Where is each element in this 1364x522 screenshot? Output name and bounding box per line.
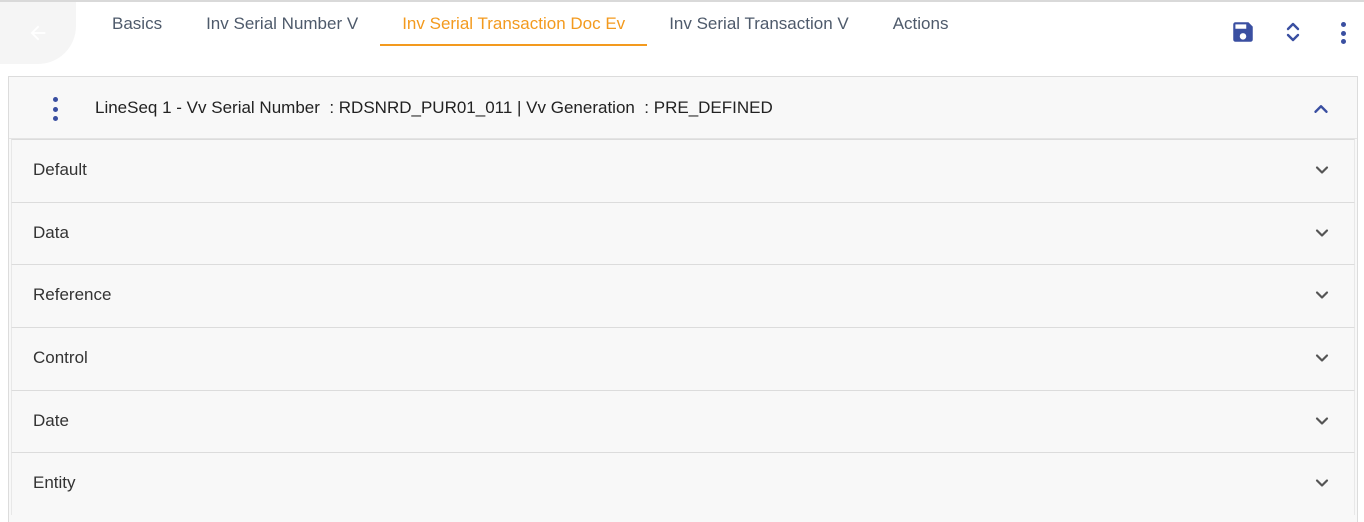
section-label: Control <box>33 348 88 368</box>
panel-header: LineSeq 1 - Vv Serial Number : RDSNRD_PU… <box>9 77 1357 139</box>
back-button[interactable] <box>0 2 76 64</box>
collapse-panel-button[interactable] <box>1307 95 1335 123</box>
section-label: Entity <box>33 473 76 493</box>
chevron-down-icon <box>1315 479 1329 488</box>
tab-basics[interactable]: Basics <box>90 2 184 46</box>
expand-collapse-button[interactable] <box>1279 18 1307 46</box>
chevron-down-icon <box>1315 291 1329 299</box>
detail-panel: LineSeq 1 - Vv Serial Number : RDSNRD_PU… <box>8 76 1358 522</box>
section-label: Reference <box>33 285 112 305</box>
section-label: Date <box>33 410 69 430</box>
chevron-down-icon <box>1315 229 1329 237</box>
chevron-up-icon <box>1314 105 1328 113</box>
save-icon <box>1233 22 1253 42</box>
tab-inv-serial-transaction-doc-ev[interactable]: Inv Serial Transaction Doc Ev <box>380 2 648 46</box>
section-date[interactable]: Date <box>11 389 1355 453</box>
tab-bar: Basics Inv Serial Number V Inv Serial Tr… <box>90 2 970 64</box>
expand-collapse-icon <box>1286 22 1300 42</box>
tab-actions[interactable]: Actions <box>871 2 971 46</box>
section-label: Data <box>33 222 69 242</box>
section-entity[interactable]: Entity <box>11 452 1355 516</box>
section-control[interactable]: Control <box>11 327 1355 390</box>
arrow-left-icon <box>30 25 46 41</box>
more-vertical-icon <box>52 97 58 102</box>
section-label: Default <box>33 160 87 179</box>
section-default[interactable]: Default <box>11 139 1355 202</box>
row-options-button[interactable] <box>47 97 63 121</box>
chevron-down-icon <box>1315 417 1329 425</box>
more-vertical-icon <box>1340 22 1346 27</box>
section-reference[interactable]: Reference <box>11 264 1355 328</box>
section-data[interactable]: Data <box>11 201 1355 265</box>
chevron-down-icon <box>1315 354 1329 362</box>
more-options-button[interactable] <box>1329 22 1357 44</box>
save-button[interactable] <box>1229 18 1257 46</box>
tab-inv-serial-transaction-v[interactable]: Inv Serial Transaction V <box>647 2 871 46</box>
chevron-down-icon <box>1315 166 1329 174</box>
tab-inv-serial-number-v[interactable]: Inv Serial Number V <box>184 2 380 46</box>
top-bar: Basics Inv Serial Number V Inv Serial Tr… <box>0 0 1364 64</box>
panel-title: LineSeq 1 - Vv Serial Number : RDSNRD_PU… <box>95 98 773 117</box>
